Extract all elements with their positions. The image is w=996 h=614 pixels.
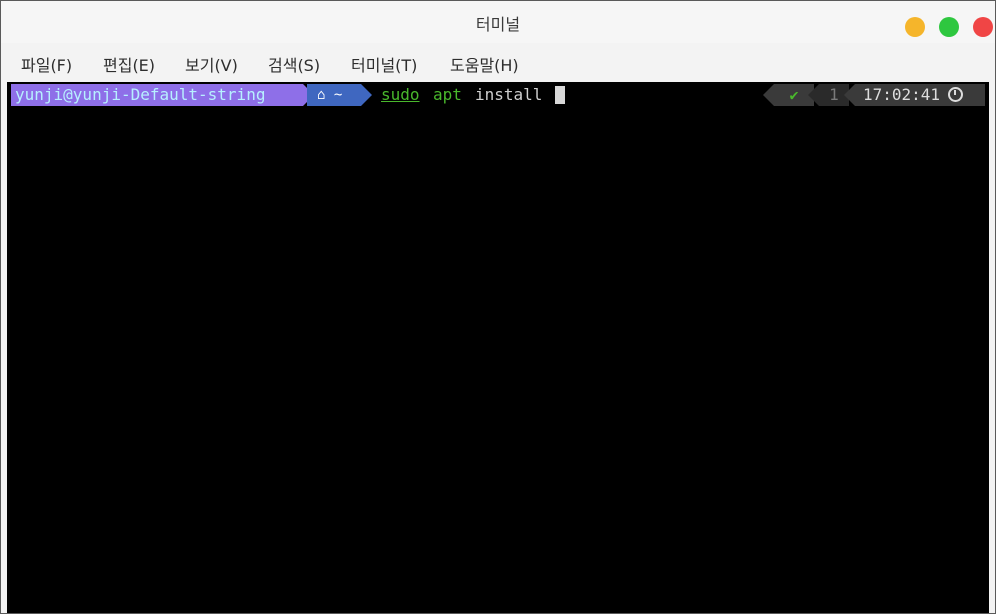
- window-title: 터미널: [475, 15, 521, 34]
- menu-file[interactable]: 파일(F): [21, 52, 72, 76]
- menu-bar: 파일(F) 편집(E) 보기(V) 검색(S) 터미널(T) 도움말(H): [1, 43, 995, 81]
- menu-edit[interactable]: 편집(E): [103, 52, 155, 76]
- title-bar[interactable]: 터미널: [1, 1, 995, 43]
- clock-icon: [948, 87, 964, 102]
- terminal-output[interactable]: yunji@yunji-Default-string ⌂ ~ sudo apt …: [7, 82, 989, 613]
- command-sudo: sudo: [381, 85, 420, 104]
- prompt-directory: ⌂ ~: [307, 84, 361, 106]
- close-button[interactable]: [973, 17, 993, 37]
- command-apt: apt: [433, 85, 462, 104]
- prompt-line: yunji@yunji-Default-string ⌂ ~ sudo apt …: [7, 84, 989, 106]
- right-prompt-separator: [808, 84, 819, 106]
- right-prompt-separator: [763, 84, 774, 106]
- prompt-separator-arrow: [361, 84, 372, 106]
- menu-search[interactable]: 검색(S): [268, 52, 320, 76]
- menu-view[interactable]: 보기(V): [185, 52, 238, 76]
- menu-help[interactable]: 도움말(H): [450, 52, 519, 76]
- command-argument: install: [475, 85, 543, 104]
- prompt-directory-label: ~: [333, 87, 343, 103]
- minimize-button[interactable]: [905, 17, 925, 37]
- prompt-time: 17:02:41: [863, 85, 941, 104]
- terminal-window: 터미널 파일(F) 편집(E) 보기(V) 검색(S) 터미널(T) 도움말(H…: [0, 0, 996, 614]
- right-prompt-separator: [844, 84, 855, 106]
- prompt-user-host: yunji@yunji-Default-string: [11, 84, 303, 106]
- prompt-time-segment: 17:02:41: [855, 84, 985, 106]
- menu-terminal[interactable]: 터미널(T): [351, 52, 417, 76]
- maximize-button[interactable]: [939, 17, 959, 37]
- home-icon: ⌂: [317, 87, 326, 103]
- text-cursor: [555, 86, 565, 104]
